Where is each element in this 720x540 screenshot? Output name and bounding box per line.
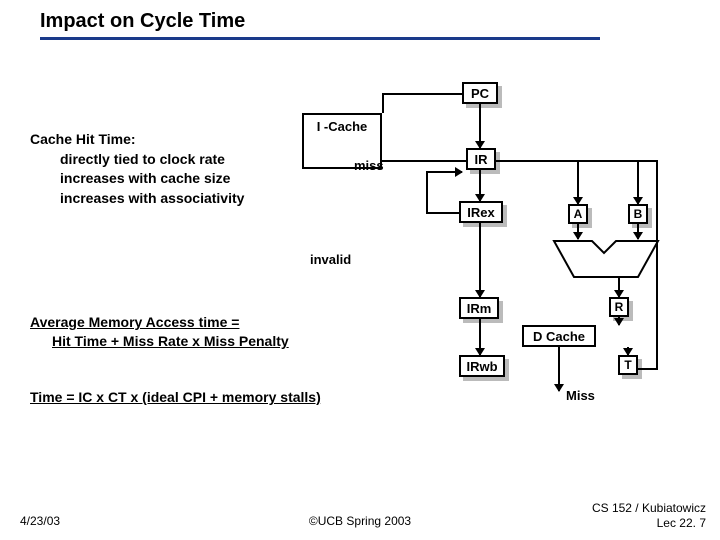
line — [558, 347, 560, 391]
line — [479, 223, 481, 297]
hit-l3: increases with associativity — [60, 189, 244, 209]
line — [479, 319, 481, 355]
t-box: T — [618, 355, 638, 375]
line — [577, 160, 579, 204]
line — [496, 160, 656, 162]
a-box: A — [568, 204, 588, 224]
alu-shape — [546, 237, 666, 283]
line — [479, 104, 481, 148]
line — [382, 160, 466, 162]
pc-box: PC — [462, 82, 498, 104]
cache-hit-text: Cache Hit Time: directly tied to clock r… — [30, 130, 244, 208]
hit-l2: increases with cache size — [60, 169, 244, 189]
time-formula: Time = IC x CT x (ideal CPI + memory sta… — [30, 389, 321, 405]
hit-l1: directly tied to clock rate — [60, 150, 244, 170]
line — [382, 93, 384, 113]
line — [638, 368, 658, 370]
amat-line1: Average Memory Access time = — [30, 314, 239, 330]
miss2-label: Miss — [566, 388, 595, 403]
line — [479, 170, 481, 201]
invalid-label: invalid — [310, 252, 351, 267]
line — [637, 160, 639, 204]
line — [618, 278, 620, 297]
b-box: B — [628, 204, 648, 224]
line — [637, 224, 639, 239]
line — [577, 224, 579, 239]
r-box: R — [609, 297, 629, 317]
line — [656, 160, 658, 370]
irex-box: IRex — [459, 201, 503, 223]
line — [618, 317, 620, 325]
line — [382, 93, 462, 95]
irm-box: IRm — [459, 297, 499, 319]
dcache-box: D Cache — [522, 325, 596, 347]
page-title: Impact on Cycle Time — [40, 10, 600, 40]
line — [627, 347, 629, 355]
amat-line2: Hit Time + Miss Rate x Miss Penalty — [52, 333, 289, 349]
irwb-box: IRwb — [459, 355, 505, 377]
line — [426, 171, 428, 214]
ir-box: IR — [466, 148, 496, 170]
hit-head: Cache Hit Time: — [30, 131, 136, 147]
line — [426, 171, 462, 173]
line — [426, 212, 459, 214]
miss-label: miss — [354, 158, 384, 173]
footer-course: CS 152 / Kubiatowicz Lec 22. 7 — [592, 501, 706, 530]
